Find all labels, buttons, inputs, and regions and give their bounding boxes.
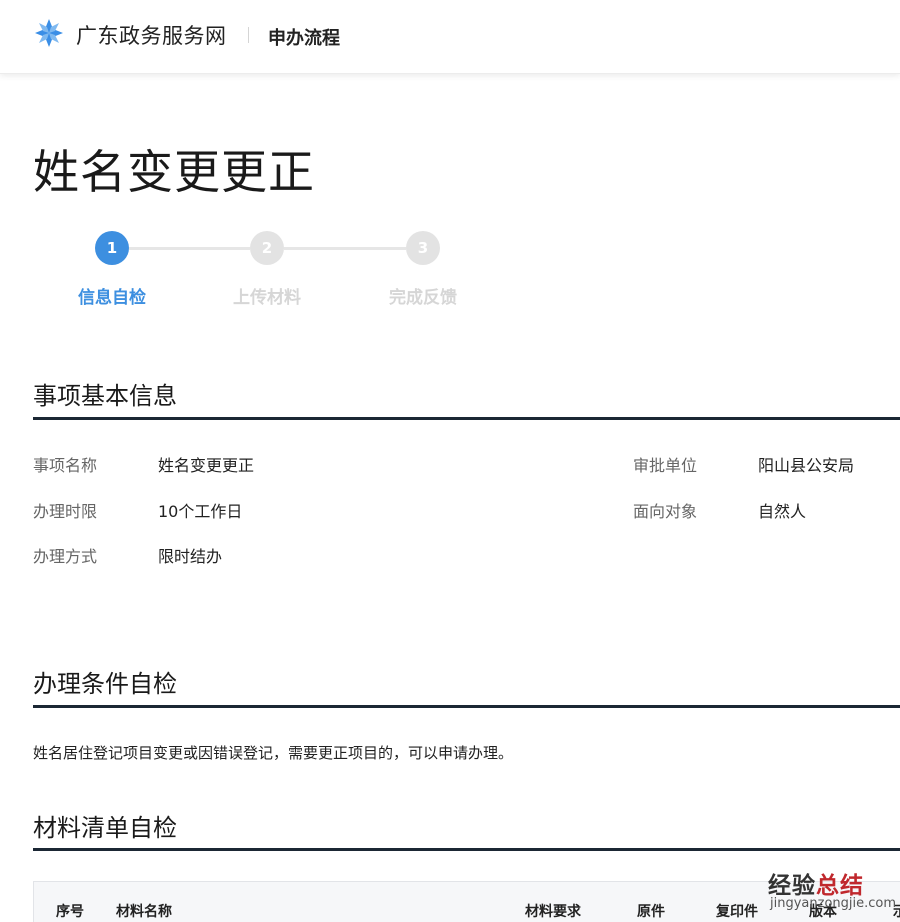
info-label-handling-method: 办理方式 [33, 547, 98, 566]
basic-info-title: 事项基本信息 [33, 382, 177, 410]
conditions-title: 办理条件自检 [33, 670, 177, 698]
step-1-circle[interactable]: 1 [95, 231, 129, 265]
step-1-label[interactable]: 信息自检 [57, 283, 167, 308]
watermark-url: jingyanzongjie.com [770, 896, 897, 911]
info-value-handling-method: 限时结办 [158, 547, 223, 566]
step-3-label[interactable]: 完成反馈 [368, 283, 478, 308]
info-value-target-audience: 自然人 [758, 502, 807, 521]
info-label-item-name: 事项名称 [33, 456, 98, 475]
step-2-circle[interactable]: 2 [250, 231, 284, 265]
step-3-circle[interactable]: 3 [406, 231, 440, 265]
info-value-item-name: 姓名变更更正 [158, 456, 255, 475]
info-label-time-limit: 办理时限 [33, 502, 98, 521]
column-header-material-name: 材料名称 [116, 904, 172, 920]
column-header-requirements: 材料要求 [525, 904, 581, 920]
column-header-copy: 复印件 [716, 904, 758, 920]
step-2-label[interactable]: 上传材料 [212, 283, 322, 308]
info-label-target-audience: 面向对象 [633, 502, 698, 521]
conditions-text: 姓名居住登记项目变更或因错误登记，需要更正项目的，可以申请办理。 [33, 744, 514, 762]
section-rule [33, 705, 900, 708]
step-connector [284, 247, 406, 250]
site-name[interactable]: 广东政务服务网 [76, 20, 227, 50]
section-rule [33, 848, 900, 851]
column-header-index: 序号 [56, 904, 84, 920]
top-header: 广东政务服务网 申办流程 [0, 0, 900, 74]
progress-steps: 1 2 3 信息自检 上传材料 完成反馈 [0, 228, 900, 318]
page-title: 姓名变更更正 [33, 145, 315, 199]
site-logo-icon[interactable] [34, 18, 64, 48]
materials-title: 材料清单自检 [33, 814, 177, 842]
info-value-approval-unit: 阳山县公安局 [758, 456, 855, 475]
watermark-cn: 经验总结 [768, 872, 864, 899]
info-value-time-limit: 10个工作日 [158, 502, 243, 521]
step-connector [129, 247, 250, 250]
info-label-approval-unit: 审批单位 [633, 456, 698, 475]
watermark: 经验总结 jingyanzongjie.com [768, 866, 898, 914]
column-header-original: 原件 [637, 904, 665, 920]
header-divider [248, 27, 249, 43]
section-rule [33, 417, 900, 420]
header-subtitle: 申办流程 [268, 28, 340, 49]
